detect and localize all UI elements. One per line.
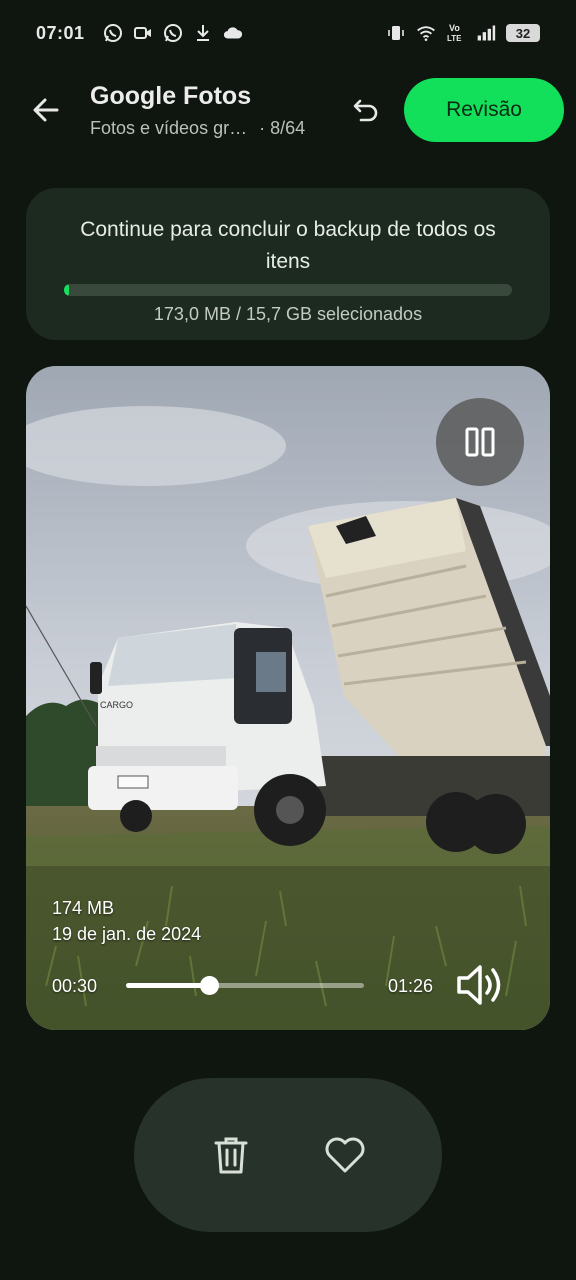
review-button[interactable]: Revisão [404, 78, 564, 142]
backup-card: Continue para concluir o backup de todos… [26, 188, 550, 340]
svg-text:LTE: LTE [447, 34, 462, 43]
page-title: Google Fotos [90, 82, 252, 110]
download-icon [193, 23, 213, 43]
delete-button[interactable] [201, 1125, 261, 1185]
vibrate-icon [386, 23, 406, 43]
status-bar: 07:01 Vo LTE 32 [0, 0, 576, 66]
undo-icon [353, 99, 378, 122]
wifi-icon [416, 23, 436, 43]
media-card[interactable]: CARGO 174 MB 19 de jan. de 2024 00:30 01… [26, 366, 550, 1030]
bottom-action-bar [134, 1078, 442, 1232]
video-call-icon [133, 23, 153, 43]
volte-icon: Vo LTE [446, 23, 466, 43]
status-right: Vo LTE 32 [386, 23, 540, 43]
whatsapp-icon [103, 23, 123, 43]
total-time: 01:26 [388, 976, 434, 996]
pause-button[interactable] [436, 398, 524, 486]
back-button[interactable] [26, 90, 66, 130]
subtitle: Fotos e vídeos gr… [90, 118, 248, 138]
subtitle-row: Fotos e vídeos gr… · 8/64 [90, 118, 305, 139]
backup-size-text: 173,0 MB / 15,7 GB selecionados [153, 304, 423, 324]
cloud-icon [223, 23, 243, 43]
backup-progress-bar [64, 284, 512, 296]
pause-icon [465, 427, 495, 457]
heart-icon [325, 1137, 365, 1173]
seek-bar-fill [126, 983, 210, 988]
status-time: 07:01 [36, 22, 85, 43]
truck-brand-text: CARGO [100, 700, 133, 710]
media-date: 19 de jan. de 2024 [52, 924, 202, 944]
svg-text:Vo: Vo [449, 23, 460, 33]
whatsapp-icon [163, 23, 183, 43]
status-left: 07:01 [36, 23, 243, 44]
trash-icon [214, 1137, 248, 1174]
favorite-button[interactable] [315, 1125, 375, 1185]
item-counter: · 8/64 [259, 118, 306, 138]
app-bar: Google Fotos Fotos e vídeos gr… · 8/64 R… [0, 72, 576, 150]
media-size: 174 MB [52, 898, 115, 918]
volume-icon [457, 965, 501, 1005]
undo-button[interactable] [346, 90, 386, 130]
volume-button[interactable] [454, 962, 508, 1008]
seek-bar[interactable] [126, 976, 364, 995]
current-time: 00:30 [52, 976, 98, 996]
battery-icon: 32 [506, 24, 540, 42]
backup-progress-fill [64, 284, 70, 296]
backup-message: Continue para concluir o backup de todos… [80, 218, 496, 273]
signal-icon [476, 23, 496, 43]
arrow-back-icon [33, 98, 59, 122]
